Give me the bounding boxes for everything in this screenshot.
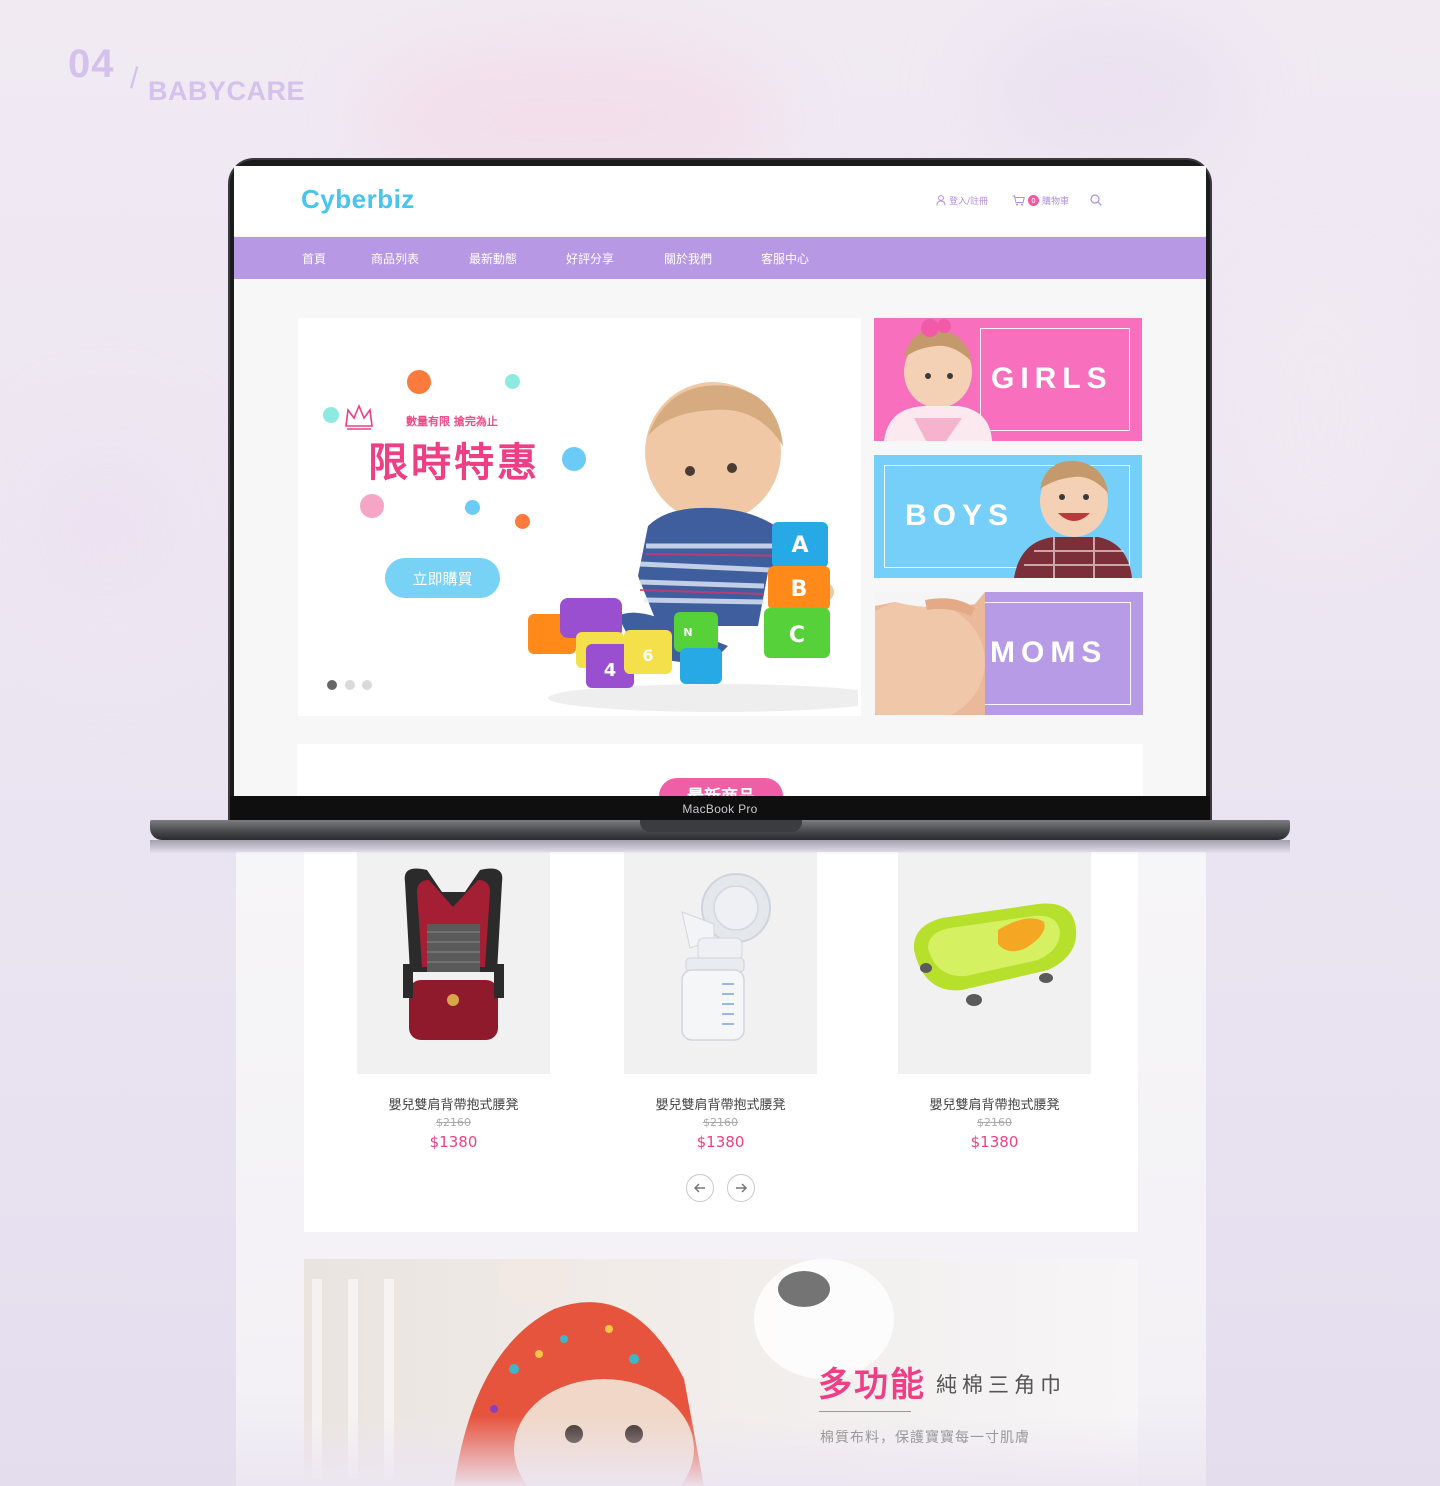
girl-photo [884,319,992,441]
arrow-left-icon [693,1183,705,1193]
slider-dot[interactable] [362,680,372,690]
product-old-price: $2160 [977,1116,1012,1129]
nav-item-reviews[interactable]: 好評分享 [566,250,614,267]
crown-icon [345,404,373,430]
promo-subtitle: 棉質布料，保護寶寶每一寸肌膚 [820,1430,1030,1446]
nav-item-news[interactable]: 最新動態 [469,250,517,267]
arrow-right-icon [736,1183,748,1193]
category-moms[interactable]: MOMS [875,592,1143,715]
decor-dot [323,407,339,423]
toy-letter: A [791,533,808,558]
search-icon [1090,194,1102,206]
laptop-notch [640,820,802,832]
login-link[interactable]: 登入/註冊 [936,194,988,207]
laptop-shadow [150,840,1290,854]
hero-tagline: 數量有限 搶完為止 [406,415,498,428]
mom-belly-photo [875,592,985,715]
product-name[interactable]: 嬰兒雙肩背帶抱式腰凳 [898,1094,1091,1113]
promo-divider [819,1411,911,1412]
toy-letter: N [683,626,692,639]
boy-photo [1014,460,1132,578]
cart-icon [1012,195,1025,206]
category-label: MOMS [990,636,1108,669]
hero-headline: 限時特惠 [368,440,540,486]
site-header: Cyberbiz 登入/註冊 0 購物車 [234,166,1206,236]
product-name[interactable]: 嬰兒雙肩背帶抱式腰凳 [624,1094,817,1113]
decor-dot [360,494,384,518]
toy-letter: 6 [642,646,653,665]
product-image-breast-pump[interactable] [624,852,817,1074]
toy-letter: C [789,623,805,648]
product-price: $1380 [429,1133,478,1151]
device-label: MacBook Pro [682,802,758,816]
category-boys[interactable]: BOYS [874,455,1142,578]
promo-title-light: 純棉三角巾 [936,1373,1066,1397]
site-logo[interactable]: Cyberbiz [301,184,415,215]
showcase-title: BABYCARE [148,76,306,106]
decor-dot [407,370,431,394]
slider-dot[interactable] [327,680,337,690]
buy-now-button[interactable]: 立即購買 [385,558,500,598]
background-blur [1220,250,1420,570]
decor-dot [465,500,480,515]
showcase-slash: / [130,62,139,95]
product-image-baby-carrier[interactable] [357,852,550,1074]
slider-dot[interactable] [345,680,355,690]
category-girls[interactable]: GIRLS [874,318,1142,441]
decor-dot [505,374,520,389]
promo-banner[interactable]: 多功能 純棉三角巾 棉質布料，保護寶寶每一寸肌膚 [304,1259,1138,1486]
user-icon [936,195,946,206]
latest-products-badge[interactable]: 最新商品 [659,778,783,796]
product-name[interactable]: 嬰兒雙肩背帶抱式腰凳 [357,1094,550,1113]
nav-item-home[interactable]: 首頁 [302,250,326,267]
login-label: 登入/註冊 [949,197,989,207]
product-price: $1380 [696,1133,745,1151]
search-button[interactable] [1090,194,1102,206]
product-old-price: $2160 [703,1116,738,1129]
hero-slider[interactable]: 數量有限 搶完為止 限時特惠 立即購買 4 6 N A B C [298,318,861,716]
laptop-screen: Cyberbiz 登入/註冊 0 購物車 首頁 商品列表 最新動態 好評分享 關… [234,166,1206,796]
nav-item-products[interactable]: 商品列表 [371,250,419,267]
nav-item-support[interactable]: 客服中心 [761,250,809,267]
showcase-number: 04 [68,42,115,86]
category-label: GIRLS [991,362,1113,395]
background-blur [60,480,150,570]
product-old-price: $2160 [436,1116,471,1129]
main-nav: 首頁 商品列表 最新動態 好評分享 關於我們 客服中心 [234,237,1206,279]
hero-baby-photo: 4 6 N A B C [528,382,858,712]
background-blur [980,10,1240,170]
nav-item-about[interactable]: 關於我們 [664,250,712,267]
product-image-baby-bathtub[interactable] [898,852,1091,1074]
carousel-prev-button[interactable] [686,1174,714,1202]
toy-letter: B [791,577,808,602]
toy-letter: 4 [604,660,617,681]
cart-label: 購物車 [1042,197,1070,207]
promo-title: 多功能 [818,1365,926,1405]
cart-link[interactable]: 0 購物車 [1012,194,1069,207]
category-label: BOYS [905,499,1015,532]
carousel-next-button[interactable] [727,1174,755,1202]
cart-count-badge: 0 [1028,195,1039,206]
product-price: $1380 [970,1133,1019,1151]
